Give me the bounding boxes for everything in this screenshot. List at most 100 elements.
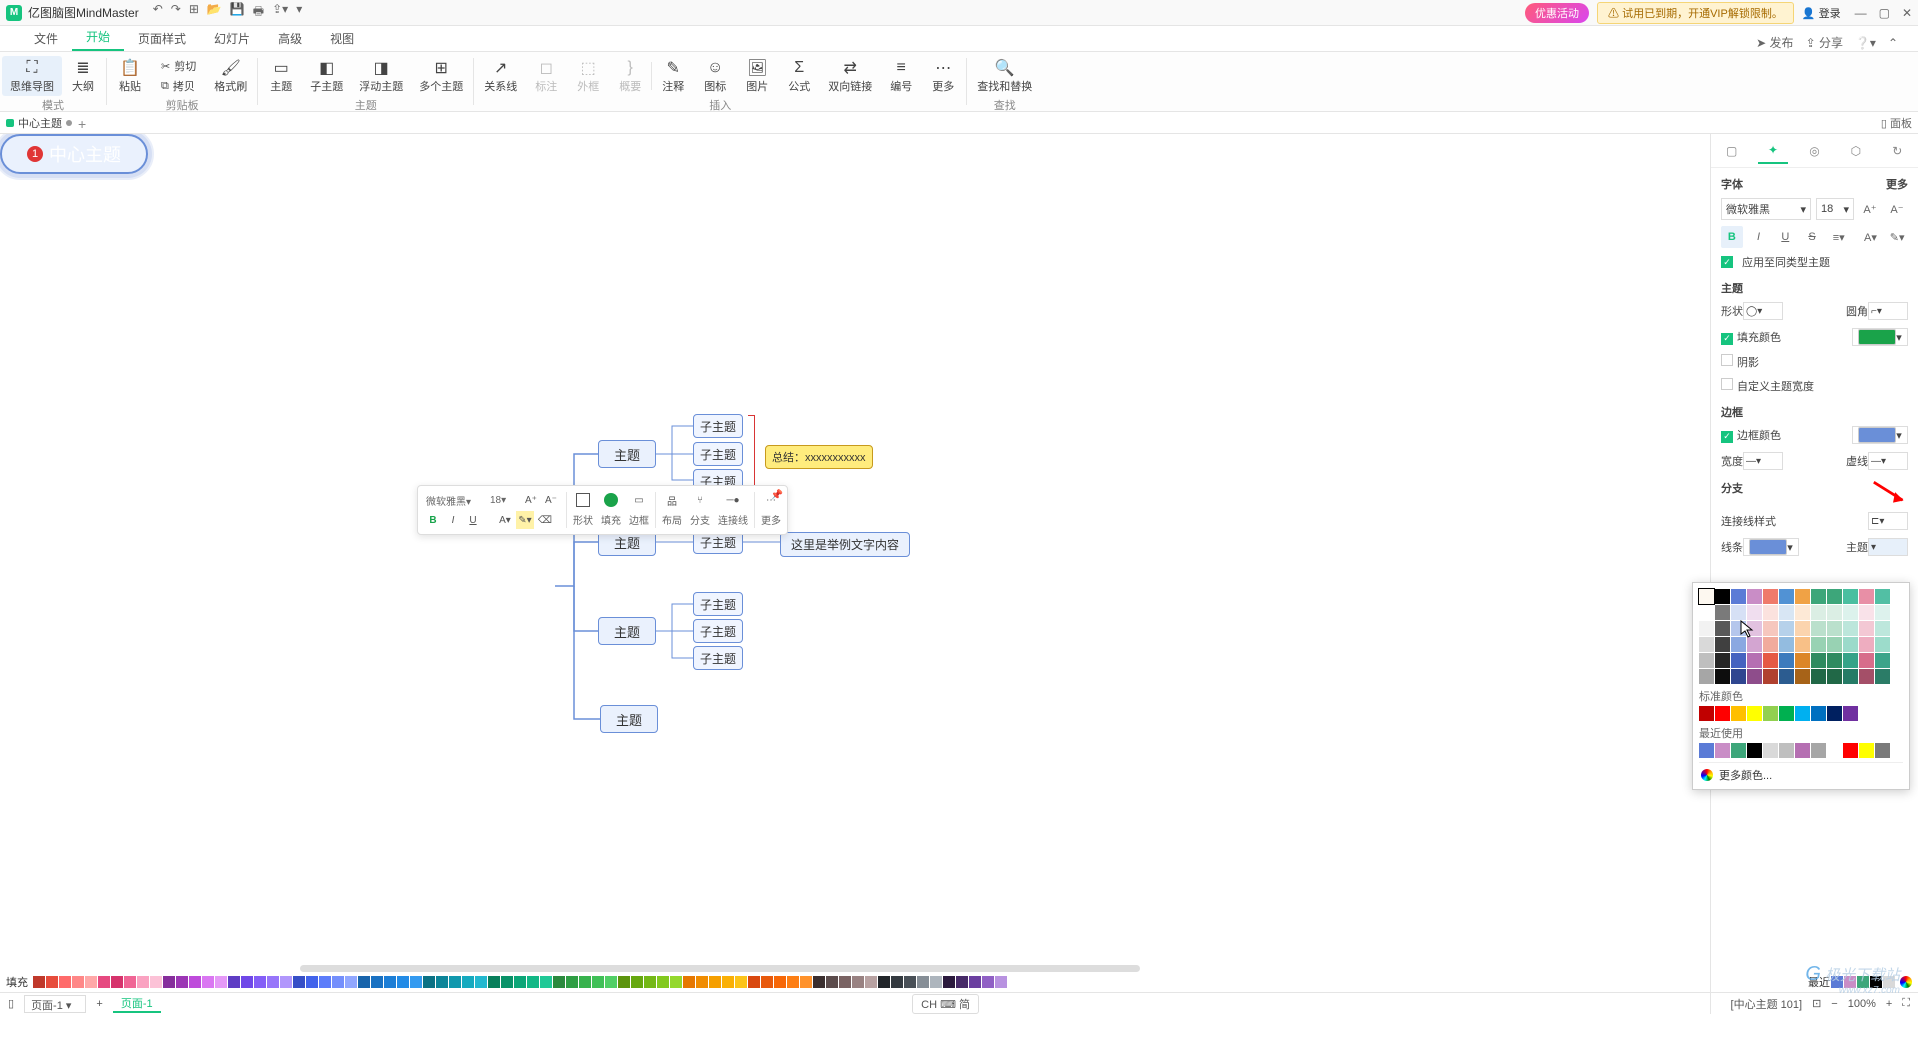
palette-swatch[interactable] xyxy=(800,976,812,988)
zoom-in-button[interactable]: + xyxy=(1886,998,1892,1010)
color-swatch[interactable] xyxy=(1875,637,1890,652)
fit-page-button[interactable]: ⊡ xyxy=(1812,997,1821,1010)
color-swatch[interactable] xyxy=(1715,743,1730,758)
palette-swatch[interactable] xyxy=(813,976,825,988)
palette-swatch[interactable] xyxy=(540,976,552,988)
color-swatch[interactable] xyxy=(1715,706,1730,721)
color-swatch[interactable] xyxy=(1859,589,1874,604)
export-button[interactable]: ⇪▾ xyxy=(272,2,288,23)
color-swatch[interactable] xyxy=(1795,669,1810,684)
canvas[interactable]: 1 中心主题 + 主题 主题 主题 主题 子主题 子主题 子主题 子主题 子主题… xyxy=(0,134,1710,1014)
color-swatch[interactable] xyxy=(1827,621,1842,636)
color-swatch[interactable] xyxy=(1763,743,1778,758)
palette-swatch[interactable] xyxy=(384,976,396,988)
topic-node[interactable]: 主题 xyxy=(600,705,658,733)
color-swatch[interactable] xyxy=(1763,653,1778,668)
font-family-select[interactable]: 微软雅黑▾ xyxy=(1721,198,1811,220)
color-swatch[interactable] xyxy=(1843,621,1858,636)
palette-swatch[interactable] xyxy=(683,976,695,988)
summary-button[interactable]: }概要 xyxy=(609,56,651,96)
color-swatch[interactable] xyxy=(1747,743,1762,758)
layout-icon[interactable]: 品 xyxy=(663,491,681,509)
palette-swatch[interactable] xyxy=(709,976,721,988)
color-swatch[interactable] xyxy=(1731,743,1746,758)
color-swatch[interactable] xyxy=(1779,637,1794,652)
example-node[interactable]: 这里是举例文字内容 xyxy=(780,532,910,557)
color-swatch[interactable] xyxy=(1779,653,1794,668)
color-swatch[interactable] xyxy=(1811,637,1826,652)
undo-button[interactable]: ↶ xyxy=(153,2,163,23)
subtopic-node[interactable]: 子主题 xyxy=(693,646,743,670)
fill-color-select[interactable]: ▾ xyxy=(1852,328,1908,346)
palette-swatch[interactable] xyxy=(163,976,175,988)
summary-node[interactable]: 总结：xxxxxxxxxxx xyxy=(765,445,873,469)
palette-swatch[interactable] xyxy=(46,976,58,988)
color-swatch[interactable] xyxy=(1795,621,1810,636)
palette-swatch[interactable] xyxy=(319,976,331,988)
maximize-button[interactable]: ▢ xyxy=(1879,6,1890,20)
custom-width-checkbox[interactable] xyxy=(1721,378,1733,390)
central-topic-node[interactable]: 1 中心主题 + xyxy=(0,134,148,174)
palette-swatch[interactable] xyxy=(553,976,565,988)
palette-swatch[interactable] xyxy=(124,976,136,988)
pin-icon[interactable]: 📌 xyxy=(771,490,783,501)
color-swatch[interactable] xyxy=(1715,653,1730,668)
color-swatch[interactable] xyxy=(1795,637,1810,652)
color-swatch[interactable] xyxy=(1699,589,1714,604)
palette-swatch[interactable] xyxy=(722,976,734,988)
palette-swatch[interactable] xyxy=(254,976,266,988)
palette-swatch[interactable] xyxy=(969,976,981,988)
document-tab[interactable]: 中心主题 xyxy=(6,115,72,131)
redo-button[interactable]: ↷ xyxy=(171,2,181,23)
palette-swatch[interactable] xyxy=(475,976,487,988)
strike-button[interactable]: S xyxy=(1801,226,1823,248)
color-swatch[interactable] xyxy=(1827,653,1842,668)
color-swatch[interactable] xyxy=(1875,621,1890,636)
italic-button[interactable]: I xyxy=(1748,226,1770,248)
palette-swatch[interactable] xyxy=(761,976,773,988)
apply-same-checkbox[interactable]: ✓ xyxy=(1721,256,1733,268)
subtopic-node[interactable]: 子主题 xyxy=(693,592,743,616)
color-swatch[interactable] xyxy=(1779,589,1794,604)
panel-toggle-button[interactable]: ▯ 面板 xyxy=(1881,115,1912,131)
floatbar-font-grow[interactable]: A⁺ xyxy=(522,491,540,509)
border-color-select[interactable]: ▾ xyxy=(1852,426,1908,444)
palette-swatch[interactable] xyxy=(176,976,188,988)
palette-swatch[interactable] xyxy=(280,976,292,988)
palette-swatch[interactable] xyxy=(878,976,890,988)
color-swatch[interactable] xyxy=(1731,605,1746,620)
color-swatch[interactable] xyxy=(1843,637,1858,652)
color-swatch[interactable] xyxy=(1779,706,1794,721)
palette-swatch[interactable] xyxy=(488,976,500,988)
corner-select[interactable]: ⌐▾ xyxy=(1868,302,1908,320)
palette-swatch[interactable] xyxy=(85,976,97,988)
border-width-select[interactable]: —▾ xyxy=(1743,452,1783,470)
minimize-button[interactable]: — xyxy=(1855,6,1867,20)
page-add-button[interactable]: + xyxy=(96,998,102,1010)
share-button[interactable]: ⇪ 分享 xyxy=(1806,34,1843,51)
menu-view[interactable]: 视图 xyxy=(316,26,368,51)
palette-swatch[interactable] xyxy=(462,976,474,988)
color-swatch[interactable] xyxy=(1859,637,1874,652)
branch-icon[interactable]: ⑂ xyxy=(691,491,709,509)
connector-style-select[interactable]: ⊏▾ xyxy=(1868,512,1908,530)
numbering-button[interactable]: ≡编号 xyxy=(880,56,922,96)
color-swatch[interactable] xyxy=(1731,669,1746,684)
border-icon[interactable]: ▭ xyxy=(630,491,648,509)
color-swatch[interactable] xyxy=(1699,743,1714,758)
floatbar-highlight[interactable]: ✎▾ xyxy=(516,511,534,529)
boundary-button[interactable]: ⬚外框 xyxy=(567,56,609,96)
hyperlink-button[interactable]: ⇄双向链接 xyxy=(820,56,880,96)
palette-swatch[interactable] xyxy=(605,976,617,988)
color-swatch[interactable] xyxy=(1699,669,1714,684)
floatbar-underline[interactable]: U xyxy=(464,511,482,529)
paste-button[interactable]: 📋粘贴 xyxy=(109,56,151,96)
panel-tab-style[interactable]: ▢ xyxy=(1717,138,1747,164)
color-swatch[interactable] xyxy=(1699,706,1714,721)
palette-swatch[interactable] xyxy=(98,976,110,988)
color-swatch[interactable] xyxy=(1747,589,1762,604)
publish-button[interactable]: ➤ 发布 xyxy=(1756,34,1793,51)
color-swatch[interactable] xyxy=(1795,706,1810,721)
color-swatch[interactable] xyxy=(1811,605,1826,620)
palette-swatch[interactable] xyxy=(358,976,370,988)
